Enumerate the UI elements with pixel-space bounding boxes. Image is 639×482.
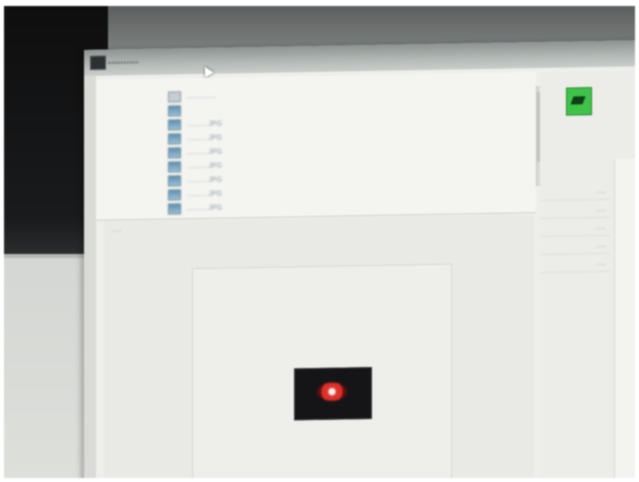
side-button[interactable]: ...... <box>540 242 610 256</box>
preview-image[interactable] <box>294 366 372 421</box>
file-browser-panel: ............... ...........JPG .........… <box>96 72 543 221</box>
preview-label: ...... <box>112 227 123 234</box>
side-button[interactable]: ...... <box>540 260 610 274</box>
file-name: ...........JPG <box>187 190 223 199</box>
side-button[interactable]: ...... <box>540 188 610 202</box>
file-name: ...........JPG <box>187 134 223 143</box>
folder-icon <box>168 91 181 103</box>
left-gutter <box>84 75 96 478</box>
right-panel: ...... ...... ...... ...... ...... <box>540 70 635 478</box>
file-name: ...........JPG <box>187 120 223 129</box>
file-list: ............... ...........JPG .........… <box>168 84 528 218</box>
app-icon <box>90 55 106 70</box>
file-icon <box>168 161 181 173</box>
file-name: ...........JPG <box>187 204 223 213</box>
green-app-icon[interactable] <box>566 87 592 116</box>
side-button[interactable]: ...... <box>540 206 610 220</box>
window-title: .......... <box>108 55 140 66</box>
file-icon <box>168 105 181 117</box>
preview-panel: ...... <box>104 214 534 478</box>
file-icon <box>168 133 181 145</box>
app-window: .......... ............... ...........JP… <box>84 40 635 478</box>
side-button[interactable]: ...... <box>540 224 610 238</box>
side-button-group: ...... ...... ...... ...... ...... <box>540 188 610 280</box>
file-icon <box>168 189 181 201</box>
right-side-strip <box>614 158 635 478</box>
file-icon <box>168 119 181 131</box>
file-name: ...........JPG <box>187 176 223 185</box>
file-icon <box>168 147 181 159</box>
file-icon <box>168 203 181 215</box>
file-name: ...........JPG <box>187 162 223 171</box>
eye-icon <box>317 382 347 401</box>
file-icon <box>168 175 181 187</box>
file-name: ...........JPG <box>187 148 223 157</box>
file-name: ............... <box>187 92 217 101</box>
screen-photo: .......... ............... ...........JP… <box>4 6 635 478</box>
